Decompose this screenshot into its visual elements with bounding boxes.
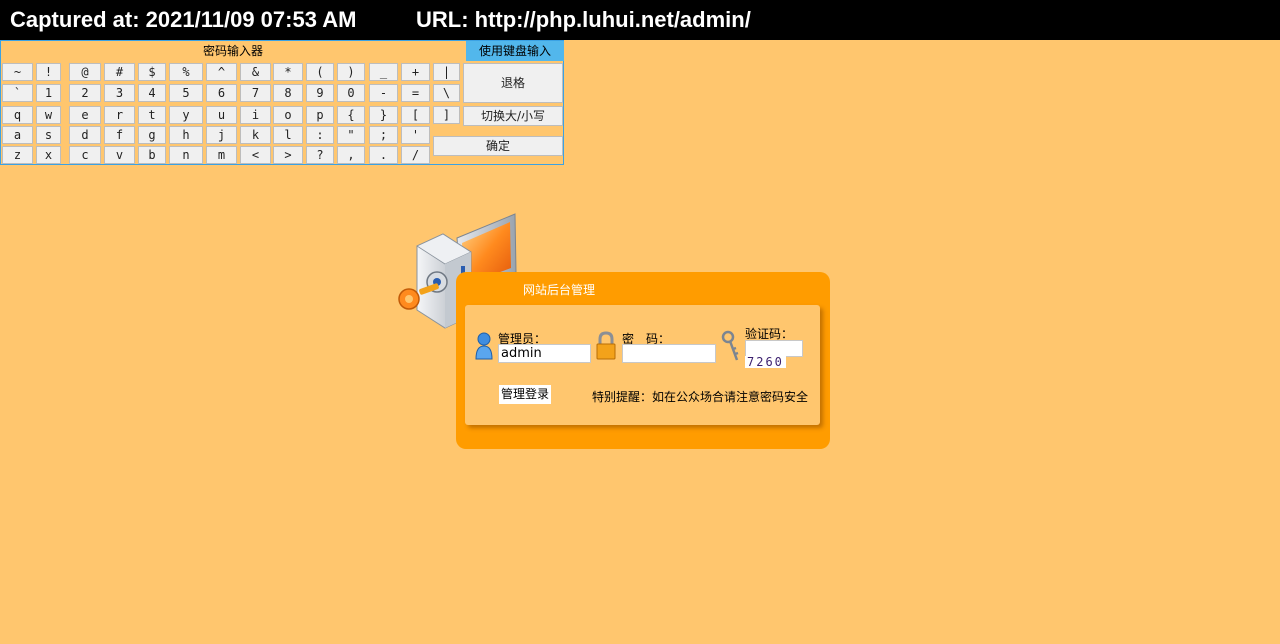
admin-input[interactable]: admin bbox=[498, 344, 591, 363]
keyboard-key[interactable]: v bbox=[104, 146, 135, 164]
backspace-button[interactable]: 退格 bbox=[463, 63, 563, 103]
keyboard-key[interactable]: @ bbox=[69, 63, 101, 81]
keyboard-key[interactable]: & bbox=[240, 63, 271, 81]
keyboard-key[interactable]: _ bbox=[369, 63, 398, 81]
keyboard-key[interactable]: 9 bbox=[306, 84, 334, 102]
keyboard-key[interactable]: i bbox=[240, 106, 271, 124]
security-notice: 特别提醒：如在公众场合请注意密码安全 bbox=[592, 390, 809, 404]
keyboard-key[interactable]: d bbox=[69, 126, 101, 144]
keyboard-key[interactable]: ( bbox=[306, 63, 334, 81]
keyboard-key[interactable]: = bbox=[401, 84, 430, 102]
capture-bar: Captured at: 2021/11/09 07:53 AM URL: ht… bbox=[0, 0, 1280, 40]
keyboard-key[interactable]: c bbox=[69, 146, 101, 164]
keyboard-key[interactable]: - bbox=[369, 84, 398, 102]
keyboard-key[interactable]: 2 bbox=[69, 84, 101, 102]
keyboard-key[interactable]: g bbox=[138, 126, 166, 144]
keyboard-key[interactable]: $ bbox=[138, 63, 166, 81]
keyboard-key[interactable]: : bbox=[306, 126, 334, 144]
keyboard-key[interactable]: } bbox=[369, 106, 398, 124]
keyboard-key[interactable]: 5 bbox=[169, 84, 203, 102]
keyboard-title: 密码输入器 bbox=[202, 44, 263, 58]
password-input[interactable] bbox=[622, 344, 716, 363]
keyboard-key[interactable]: e bbox=[69, 106, 101, 124]
keyboard-key[interactable]: ^ bbox=[206, 63, 237, 81]
keyboard-key[interactable]: ' bbox=[401, 126, 430, 144]
keyboard-key[interactable]: 6 bbox=[206, 84, 237, 102]
login-title: 网站后台管理 bbox=[523, 283, 596, 297]
keyboard-key[interactable]: a bbox=[2, 126, 33, 144]
keyboard-key[interactable]: y bbox=[169, 106, 203, 124]
keyboard-key[interactable]: 7 bbox=[240, 84, 271, 102]
keyboard-key[interactable]: k bbox=[240, 126, 271, 144]
keyboard-key[interactable]: p bbox=[306, 106, 334, 124]
keyboard-key[interactable]: ` bbox=[2, 84, 33, 102]
keyboard-key[interactable]: ~ bbox=[2, 63, 33, 81]
keyboard-key[interactable]: b bbox=[138, 146, 166, 164]
keyboard-key[interactable]: , bbox=[337, 146, 365, 164]
keyboard-key[interactable]: > bbox=[273, 146, 303, 164]
keyboard-key[interactable]: < bbox=[240, 146, 271, 164]
keyboard-key[interactable]: ] bbox=[433, 106, 460, 124]
user-icon bbox=[475, 332, 493, 360]
keyboard-key[interactable]: u bbox=[206, 106, 237, 124]
keyboard-key[interactable]: { bbox=[337, 106, 365, 124]
keyboard-key[interactable]: | bbox=[433, 63, 460, 81]
use-keyboard-button[interactable]: 使用键盘输入 bbox=[466, 41, 564, 61]
captured-at-text: Captured at: 2021/11/09 07:53 AM bbox=[10, 7, 357, 32]
keyboard-key[interactable]: % bbox=[169, 63, 203, 81]
keyboard-key[interactable]: + bbox=[401, 63, 430, 81]
keyboard-key[interactable]: . bbox=[369, 146, 398, 164]
keyboard-key[interactable]: 0 bbox=[337, 84, 365, 102]
keyboard-key[interactable]: / bbox=[401, 146, 430, 164]
keyboard-key[interactable]: ? bbox=[306, 146, 334, 164]
url-text: URL: http://php.luhui.net/admin/ bbox=[416, 7, 751, 32]
keyboard-key[interactable]: \ bbox=[433, 84, 460, 102]
keyboard-key[interactable]: h bbox=[169, 126, 203, 144]
keyboard-key[interactable]: " bbox=[337, 126, 365, 144]
keyboard-key[interactable]: t bbox=[138, 106, 166, 124]
keyboard-key[interactable]: x bbox=[36, 146, 61, 164]
keyboard-key[interactable]: f bbox=[104, 126, 135, 144]
captcha-image[interactable]: 7260 bbox=[745, 356, 786, 368]
keyboard-key[interactable]: m bbox=[206, 146, 237, 164]
key-icon bbox=[721, 330, 739, 361]
keyboard-key[interactable]: r bbox=[104, 106, 135, 124]
keyboard-key[interactable]: ; bbox=[369, 126, 398, 144]
keyboard-key[interactable]: j bbox=[206, 126, 237, 144]
login-button[interactable]: 管理登录 bbox=[499, 385, 552, 404]
keyboard-key[interactable]: 8 bbox=[273, 84, 303, 102]
keyboard-key[interactable]: w bbox=[36, 106, 61, 124]
confirm-button[interactable]: 确定 bbox=[433, 136, 563, 156]
keyboard-key[interactable]: # bbox=[104, 63, 135, 81]
keyboard-key[interactable]: q bbox=[2, 106, 33, 124]
keyboard-key[interactable]: ! bbox=[36, 63, 61, 81]
keyboard-key[interactable]: 4 bbox=[138, 84, 166, 102]
keyboard-key[interactable]: 3 bbox=[104, 84, 135, 102]
lock-icon bbox=[596, 331, 616, 360]
keyboard-key[interactable]: ) bbox=[337, 63, 365, 81]
keyboard-key[interactable]: s bbox=[36, 126, 61, 144]
keyboard-key[interactable]: z bbox=[2, 146, 33, 164]
keyboard-key[interactable]: 1 bbox=[36, 84, 61, 102]
password-keyboard: 密码输入器 使用键盘输入 ~! @ # $% ^ & *() _ + | ` 1 2 3 4 5 6 7 8 9 0- =… bbox=[0, 40, 564, 165]
keyboard-key[interactable]: l bbox=[273, 126, 303, 144]
keyboard-key[interactable]: o bbox=[273, 106, 303, 124]
keyboard-key[interactable]: * bbox=[273, 63, 303, 81]
keyboard-key[interactable]: n bbox=[169, 146, 203, 164]
toggle-case-button[interactable]: 切换大/小写 bbox=[463, 106, 563, 126]
keyboard-key[interactable]: [ bbox=[401, 106, 430, 124]
